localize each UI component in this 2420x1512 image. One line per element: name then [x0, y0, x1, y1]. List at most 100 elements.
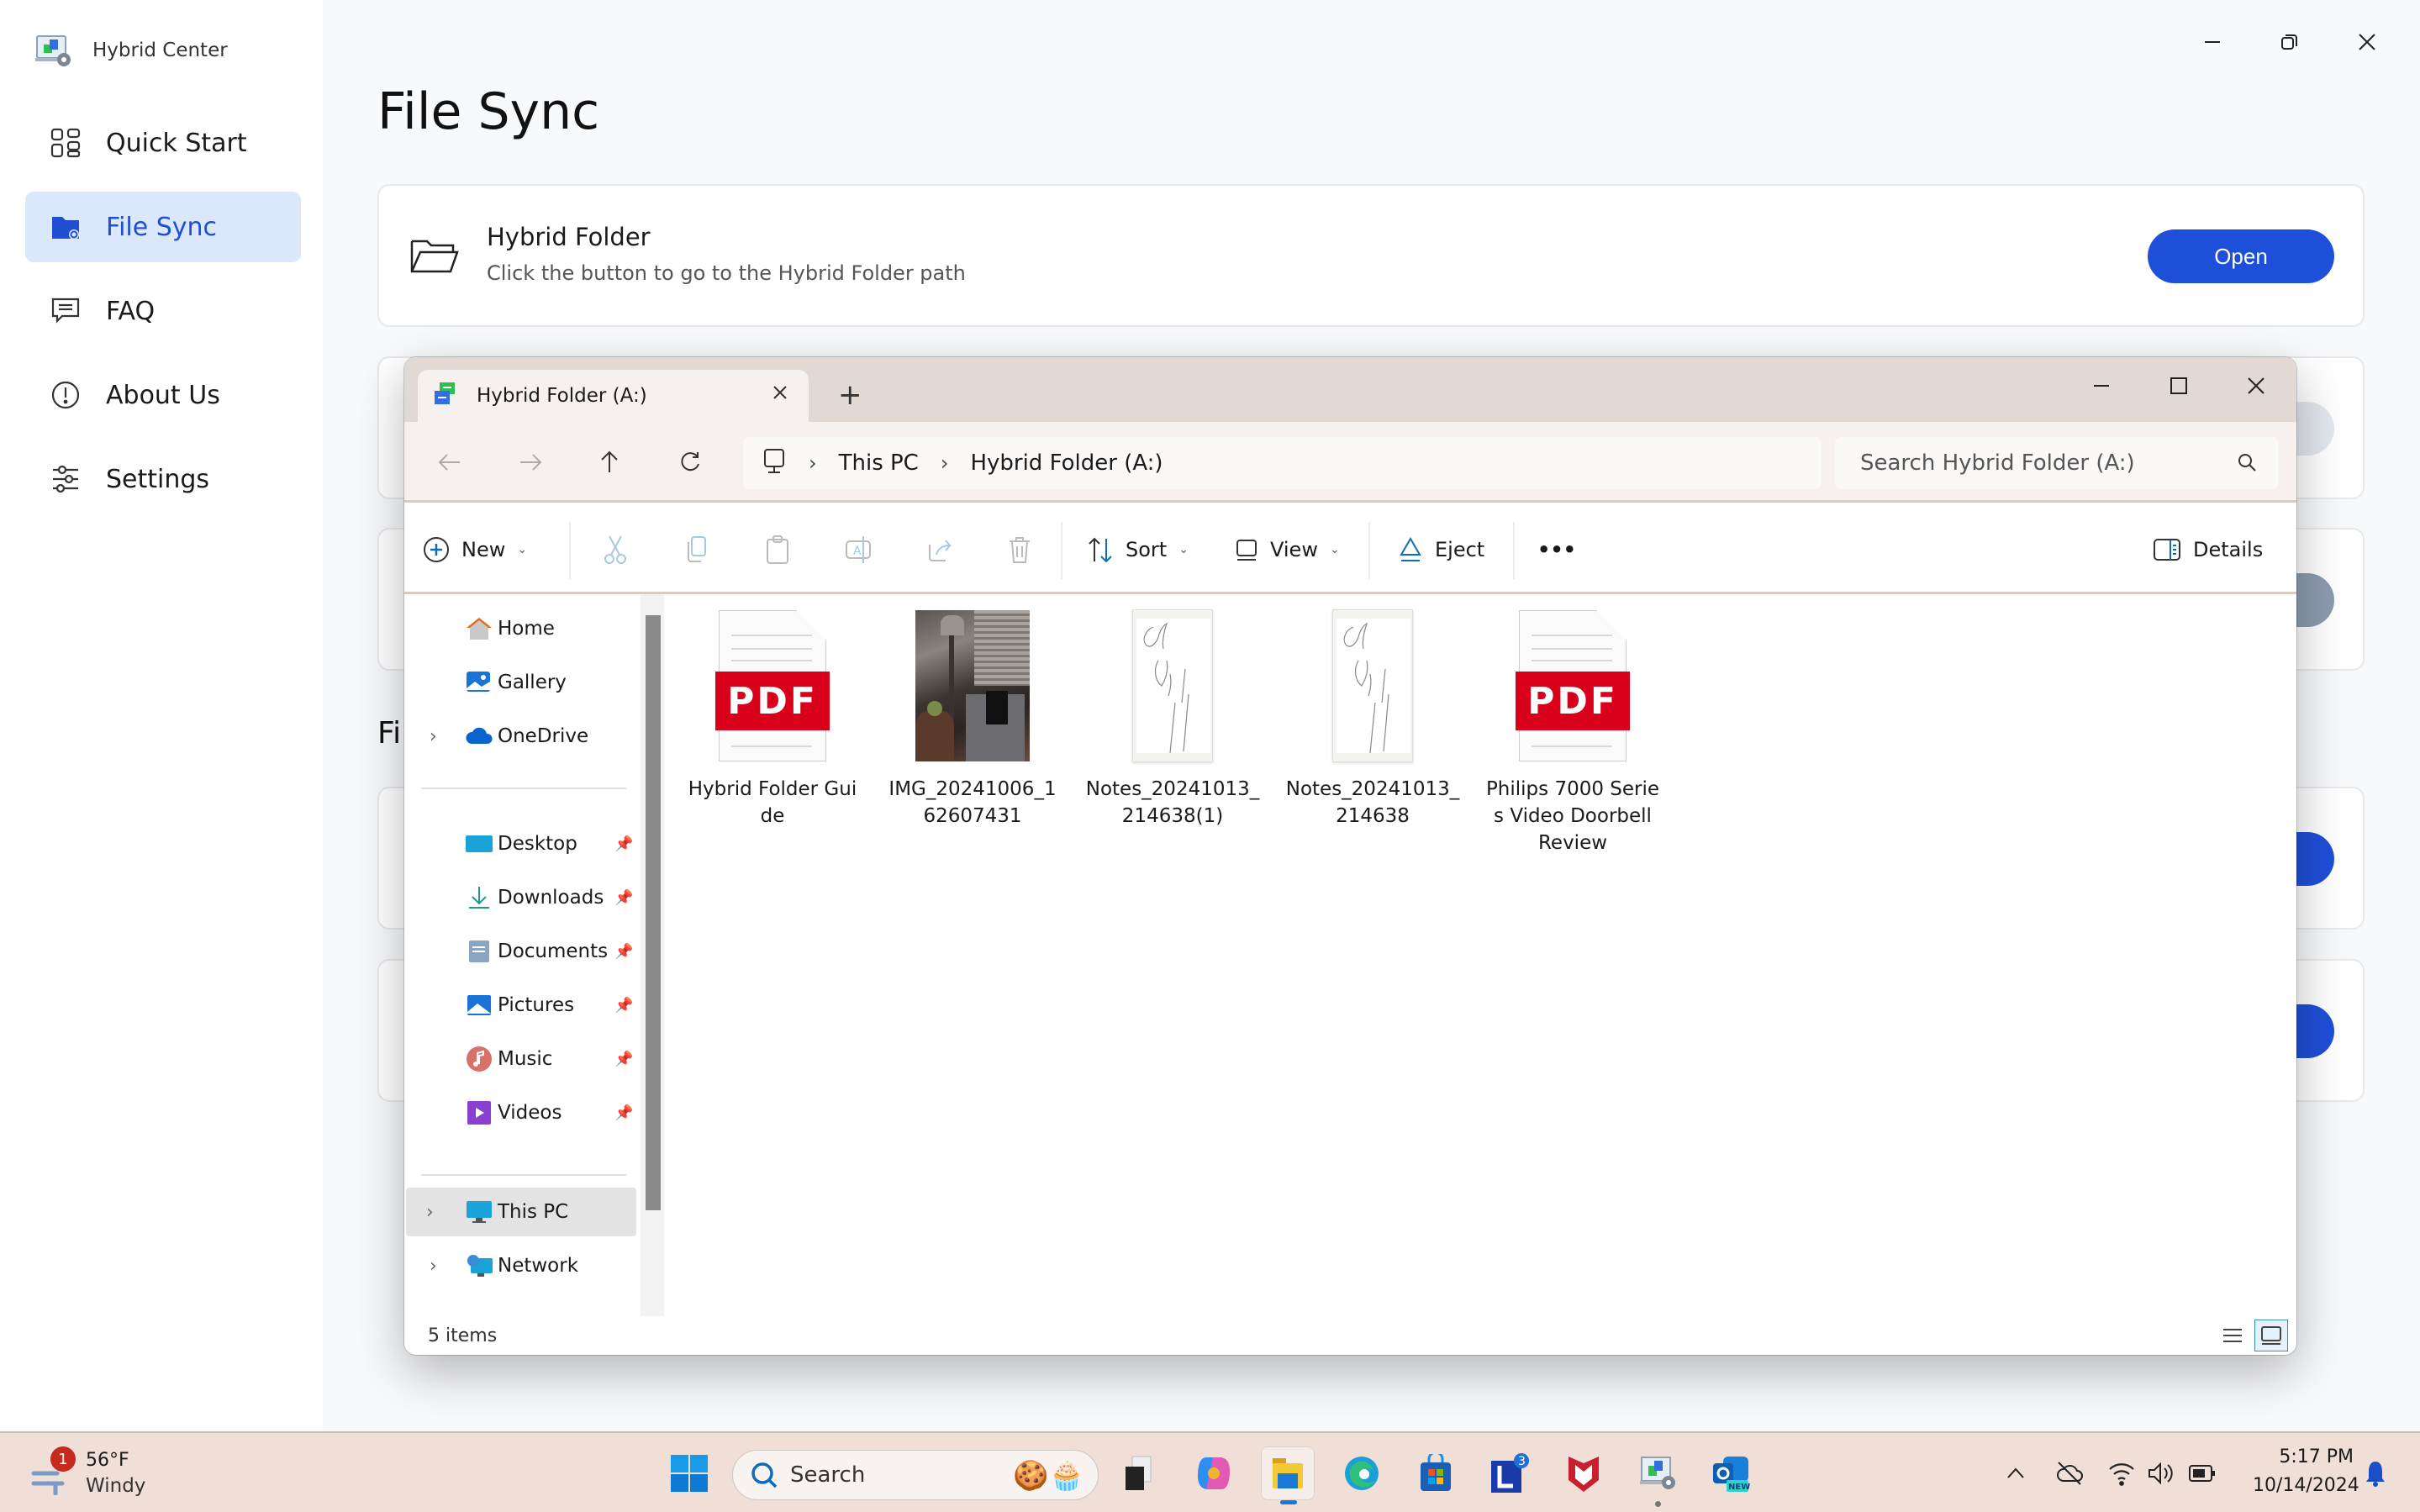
- copy-button[interactable]: [677, 530, 716, 569]
- plus-circle-icon: [424, 537, 449, 562]
- item-count: 5 items: [428, 1325, 498, 1346]
- start-button[interactable]: [662, 1446, 716, 1500]
- new-button[interactable]: New ⌄: [423, 530, 527, 569]
- share-button[interactable]: [920, 530, 958, 569]
- address-bar[interactable]: › This PC › Hybrid Folder (A:): [743, 437, 1822, 489]
- taskbar-task-view[interactable]: [1112, 1446, 1166, 1500]
- nav-pane-music[interactable]: Music 📌: [409, 1035, 633, 1083]
- explorer-search-box[interactable]: [1835, 437, 2279, 489]
- chevron-right-icon[interactable]: ›: [430, 726, 437, 747]
- nav-pane-desktop[interactable]: Desktop 📌: [409, 819, 633, 868]
- details-pane-icon: [2154, 539, 2180, 561]
- nav-pane-documents[interactable]: Documents 📌: [409, 927, 633, 976]
- sidebar-item-settings[interactable]: Settings: [25, 444, 301, 514]
- taskbar-mcafee[interactable]: [1557, 1446, 1611, 1500]
- sidebar-item-about-us[interactable]: About Us: [25, 360, 301, 430]
- nav-pane-label: Home: [498, 618, 555, 640]
- edge-icon: [1345, 1457, 1379, 1490]
- svg-text:A: A: [853, 545, 862, 558]
- nav-pane-pictures[interactable]: Pictures 📌: [409, 981, 633, 1030]
- app-restore-button[interactable]: [2273, 25, 2307, 59]
- nav-pane-this-pc[interactable]: › This PC: [406, 1188, 636, 1236]
- large-icons-view-button[interactable]: [2254, 1320, 2288, 1351]
- nav-pane-videos[interactable]: Videos 📌: [409, 1088, 633, 1137]
- taskbar-hybrid-center[interactable]: [1631, 1446, 1685, 1507]
- cut-button[interactable]: [596, 530, 635, 569]
- outlook-icon: NEW: [1713, 1457, 1750, 1492]
- file-item[interactable]: Notes_20241013_214638(1): [1084, 606, 1261, 830]
- wifi-button[interactable]: [2105, 1457, 2138, 1490]
- paste-button[interactable]: [758, 530, 797, 569]
- details-view-button[interactable]: [2216, 1320, 2249, 1351]
- taskbar-microsoft-store[interactable]: [1409, 1446, 1463, 1500]
- open-folder-icon: [409, 236, 460, 280]
- volume-button[interactable]: [2143, 1457, 2177, 1490]
- up-button[interactable]: [591, 444, 628, 481]
- file-name: IMG_20241006_162607431: [888, 778, 1057, 827]
- nav-pane-downloads[interactable]: Downloads 📌: [409, 873, 633, 922]
- taskbar-outlook-new[interactable]: NEW: [1705, 1446, 1758, 1500]
- tab-close-button[interactable]: [772, 382, 788, 407]
- show-hidden-icons-button[interactable]: [1999, 1457, 2032, 1490]
- taskbar-clock[interactable]: 5:17 PM 10/14/2024: [2253, 1443, 2359, 1500]
- more-options-button[interactable]: •••: [1537, 530, 1576, 569]
- view-button[interactable]: View ⌄: [1235, 530, 1340, 569]
- sidebar-item-file-sync[interactable]: File Sync: [25, 192, 301, 262]
- eject-button[interactable]: Eject: [1398, 530, 1484, 569]
- notifications-button[interactable]: [2359, 1457, 2392, 1490]
- file-item[interactable]: PDF Philips 7000 Series Video Doorbell R…: [1484, 606, 1661, 856]
- delete-button[interactable]: [1000, 530, 1039, 569]
- nav-pane-label: Videos: [498, 1102, 562, 1124]
- taskbar-lexis[interactable]: 3: [1483, 1446, 1537, 1500]
- rename-button[interactable]: A: [839, 530, 878, 569]
- onedrive-tray-button[interactable]: [2053, 1457, 2086, 1490]
- clock-date: 10/14/2024: [2253, 1475, 2359, 1496]
- sort-button[interactable]: Sort ⌄: [1087, 530, 1189, 569]
- taskbar-edge[interactable]: [1335, 1446, 1389, 1500]
- explorer-search-input[interactable]: [1860, 450, 2230, 476]
- nav-pane-home[interactable]: Home: [409, 604, 621, 653]
- explorer-minimize-button[interactable]: [2085, 369, 2118, 403]
- file-item[interactable]: PDF Hybrid Folder Guide: [684, 606, 861, 830]
- toolbar-divider: [1513, 522, 1515, 579]
- onedrive-icon: [465, 722, 493, 751]
- explorer-close-button[interactable]: [2239, 369, 2273, 403]
- taskbar-file-explorer[interactable]: [1261, 1446, 1315, 1504]
- new-tab-button[interactable]: +: [838, 381, 862, 409]
- weather-widget[interactable]: 1 56°F Windy: [30, 1445, 165, 1504]
- card-title: Hybrid Folder: [487, 223, 651, 251]
- file-item[interactable]: IMG_20241006_162607431: [884, 606, 1061, 830]
- open-button[interactable]: Open: [2148, 229, 2334, 283]
- explorer-navigation-pane: Home Gallery › OneDrive Desktop 📌 Downlo…: [404, 594, 664, 1316]
- close-icon: [2359, 34, 2375, 50]
- refresh-button[interactable]: [672, 444, 709, 481]
- app-close-button[interactable]: [2350, 25, 2384, 59]
- nav-pane-network[interactable]: › Network: [409, 1241, 621, 1290]
- nav-pane-label: Music: [498, 1048, 553, 1070]
- nav-pane-gallery[interactable]: Gallery: [409, 658, 621, 707]
- explorer-maximize-button[interactable]: [2162, 369, 2196, 403]
- sliders-icon: [50, 464, 81, 494]
- sidebar-item-quick-start[interactable]: Quick Start: [25, 108, 301, 178]
- details-button[interactable]: Details: [2153, 530, 2263, 569]
- nav-pane-scrollbar-thumb[interactable]: [646, 615, 661, 1210]
- battery-button[interactable]: [2185, 1457, 2219, 1490]
- pdf-badge: PDF: [715, 672, 830, 730]
- file-item[interactable]: Notes_20241013_214638: [1284, 606, 1461, 830]
- explorer-tab[interactable]: Hybrid Folder (A:): [418, 370, 809, 422]
- taskbar-copilot[interactable]: [1187, 1446, 1241, 1500]
- breadcrumb-this-pc[interactable]: This PC: [839, 450, 919, 476]
- file-explorer-icon: [1273, 1458, 1303, 1488]
- chevron-right-icon[interactable]: ›: [426, 1202, 434, 1223]
- refresh-icon: [681, 452, 699, 472]
- app-minimize-button[interactable]: [2196, 25, 2229, 59]
- sidebar-item-faq[interactable]: FAQ: [25, 276, 301, 346]
- nav-pane-onedrive[interactable]: › OneDrive: [409, 712, 621, 761]
- breadcrumb-hybrid-folder[interactable]: Hybrid Folder (A:): [970, 450, 1163, 476]
- taskbar-search[interactable]: Search 🍪🧁: [732, 1450, 1099, 1500]
- hybrid-center-icon: [1640, 1457, 1675, 1489]
- scissors-icon: [604, 535, 626, 564]
- back-button[interactable]: [431, 444, 468, 481]
- chevron-right-icon[interactable]: ›: [430, 1256, 437, 1277]
- forward-button[interactable]: [512, 444, 549, 481]
